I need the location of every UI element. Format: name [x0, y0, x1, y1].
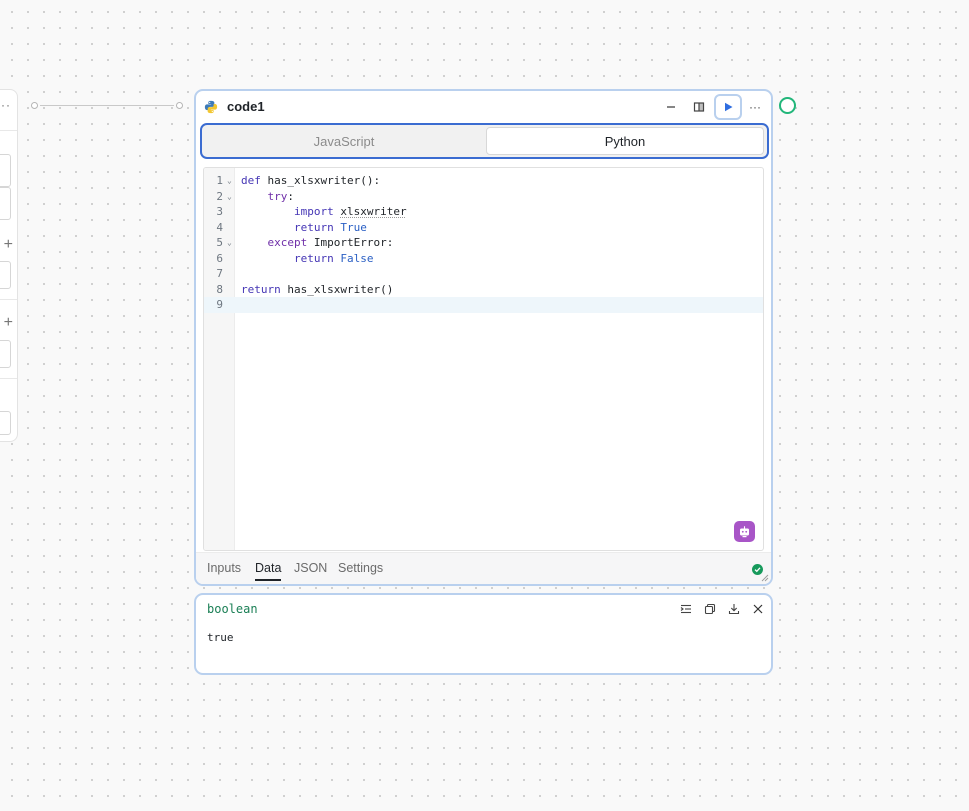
- fold-chevron-icon[interactable]: ⌄: [227, 235, 232, 251]
- fold-chevron-icon[interactable]: ⌄: [227, 189, 232, 205]
- upstream-node-card[interactable]: ··· + +: [0, 89, 18, 442]
- result-panel: boolean true: [194, 593, 773, 675]
- code-line[interactable]: 4 return True: [204, 220, 763, 236]
- result-type-label: boolean: [207, 602, 258, 616]
- tab-python[interactable]: Python: [486, 127, 764, 155]
- plus-icon[interactable]: +: [4, 315, 13, 331]
- edge-connector[interactable]: [31, 102, 183, 109]
- code-line[interactable]: 5 ⌄ except ImportError:: [204, 235, 763, 251]
- tab-inputs[interactable]: Inputs: [207, 561, 241, 579]
- code-line[interactable]: 8 return has_xlsxwriter(): [204, 282, 763, 298]
- code-line[interactable]: 6 return False: [204, 251, 763, 267]
- output-handle[interactable]: [779, 97, 796, 114]
- code-editor[interactable]: 1 ⌄ def has_xlsxwriter(): 2 ⌄ try: 3 imp…: [203, 167, 764, 551]
- node-title[interactable]: code1: [227, 99, 265, 114]
- ai-assistant-button[interactable]: [734, 521, 755, 542]
- divider: [0, 130, 17, 131]
- upstream-field[interactable]: [0, 261, 11, 289]
- node-header: code1 ···: [196, 91, 771, 123]
- language-toggle: JavaScript Python: [200, 123, 769, 159]
- node-footer-tabs: Inputs Data JSON Settings: [196, 552, 771, 584]
- wrap-lines-icon[interactable]: [678, 601, 694, 617]
- upstream-field[interactable]: [0, 154, 11, 187]
- tab-json[interactable]: JSON: [294, 561, 327, 579]
- code-line[interactable]: 3 import xlsxwriter: [204, 204, 763, 220]
- plus-icon[interactable]: +: [4, 237, 13, 253]
- download-icon[interactable]: [726, 601, 742, 617]
- tab-settings[interactable]: Settings: [338, 561, 383, 579]
- tab-data[interactable]: Data: [255, 561, 282, 581]
- run-button[interactable]: [714, 94, 742, 120]
- tab-javascript[interactable]: JavaScript: [205, 127, 483, 155]
- python-icon: [204, 100, 218, 114]
- close-icon[interactable]: [750, 601, 766, 617]
- fold-chevron-icon[interactable]: ⌄: [227, 173, 232, 189]
- minimize-icon[interactable]: [662, 98, 680, 116]
- divider: [0, 299, 17, 300]
- robot-icon: [740, 526, 749, 538]
- panel-layout-icon[interactable]: [690, 98, 708, 116]
- code-line[interactable]: 2 ⌄ try:: [204, 189, 763, 205]
- code-line[interactable]: 1 ⌄ def has_xlsxwriter():: [204, 173, 763, 189]
- edge-line: [40, 105, 174, 106]
- target-handle[interactable]: [176, 102, 183, 109]
- source-handle[interactable]: [31, 102, 38, 109]
- code-line[interactable]: 7: [204, 266, 763, 282]
- upstream-field[interactable]: [0, 187, 11, 220]
- result-value: true: [207, 631, 234, 644]
- code-node-card[interactable]: code1 ··· JavaScript Python 1 ⌄ def has_…: [194, 89, 773, 586]
- divider: [0, 378, 17, 379]
- copy-icon[interactable]: [702, 601, 718, 617]
- more-horizontal-icon[interactable]: ···: [0, 98, 11, 112]
- play-icon: [725, 102, 733, 112]
- resize-handle-icon[interactable]: [761, 574, 769, 582]
- upstream-field[interactable]: [0, 340, 11, 368]
- more-horizontal-icon[interactable]: ···: [746, 98, 764, 116]
- upstream-field[interactable]: [0, 411, 11, 435]
- code-line-current[interactable]: 9: [204, 297, 763, 313]
